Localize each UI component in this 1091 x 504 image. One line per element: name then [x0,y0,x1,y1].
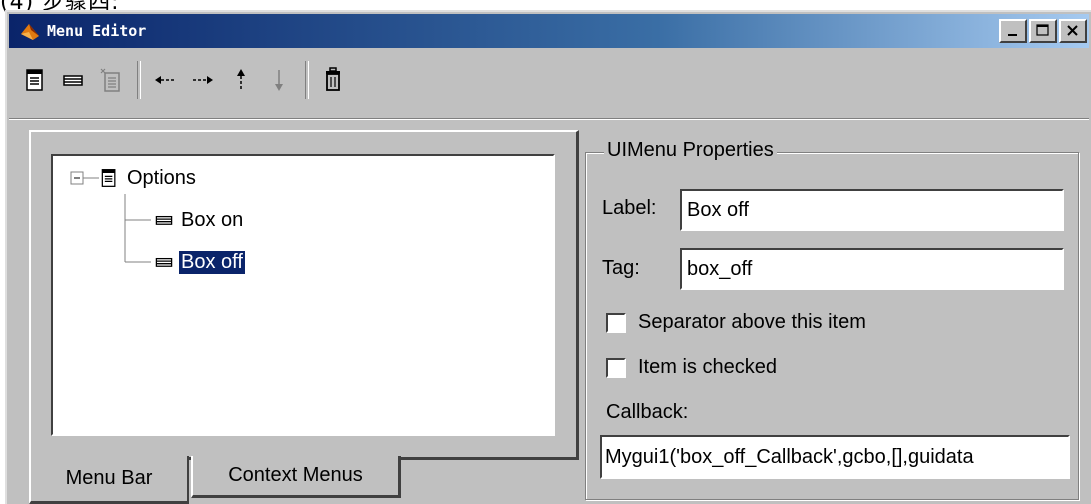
tree-label-options: Options [127,166,196,189]
checked-label: Item is checked [638,356,777,378]
menu-item-icon [155,215,173,225]
menu-tree[interactable]: Options Box on Box off [51,154,555,436]
close-icon [1067,25,1078,36]
delete-button[interactable] [317,63,349,97]
separator-checkbox-row[interactable]: Separator above this item [606,311,866,334]
separator-label: Separator above this item [638,311,866,333]
menu-editor-window: Menu Editor Options Box on Box off Menu … [5,10,1091,504]
move-right-button[interactable] [187,63,219,97]
toolbar-divider [9,118,1089,120]
separator-checkbox[interactable] [606,312,626,333]
window-title: Menu Editor [47,22,147,40]
new-context-menu-button [95,63,127,97]
toolbar [9,50,1089,110]
toolbar-separator [305,61,309,99]
menu-bar-panel: Options Box on Box off [29,130,579,460]
new-menu-item-button[interactable] [57,63,89,97]
new-menu-icon [26,69,43,91]
new-menu-button[interactable] [19,63,51,97]
tree-lines [70,171,151,263]
item-checked-checkbox[interactable] [606,357,626,378]
menu-item-icon [155,257,173,267]
label-field[interactable]: Box off [680,189,1064,231]
maximize-button[interactable] [1029,19,1057,43]
label-caption: Label: [602,197,657,219]
tag-caption: Tag: [602,257,640,279]
tree-label-box-off: Box off [179,250,245,274]
tree-node-box-on[interactable]: Box on [153,205,245,235]
toolbar-separator [137,61,141,99]
tree-node-options[interactable]: Options [53,163,198,193]
menu-icon [101,169,116,187]
uimenu-properties-group: UIMenu Properties Label: Box off Tag: bo… [585,139,1079,500]
move-left-icon [155,76,175,84]
move-up-button[interactable] [225,63,257,97]
tag-field[interactable]: box_off [680,248,1064,290]
tab-menu-bar[interactable]: Menu Bar [29,456,189,504]
move-left-button[interactable] [149,63,181,97]
matlab-icon [21,24,39,40]
checked-checkbox-row[interactable]: Item is checked [606,356,777,379]
tab-context-menus[interactable]: Context Menus [191,456,401,498]
callback-caption: Callback: [606,401,689,423]
tree-node-box-off[interactable]: Box off [153,247,245,277]
new-context-menu-icon [100,68,120,92]
maximize-icon [1036,24,1049,36]
delete-icon [326,67,340,91]
move-up-icon [237,69,245,90]
minimize-button[interactable] [999,19,1027,43]
title-bar[interactable]: Menu Editor [9,14,1089,48]
callback-field[interactable]: Mygui1('box_off_Callback',gcbo,[],guidat… [600,435,1070,479]
move-down-button [263,63,295,97]
tree-label-box-on: Box on [181,208,244,231]
move-right-icon [193,76,213,84]
move-down-icon [275,70,283,91]
minimize-icon [1008,34,1017,36]
group-title: UIMenu Properties [604,139,777,162]
new-menu-item-icon [63,75,83,86]
close-button[interactable] [1059,19,1087,43]
